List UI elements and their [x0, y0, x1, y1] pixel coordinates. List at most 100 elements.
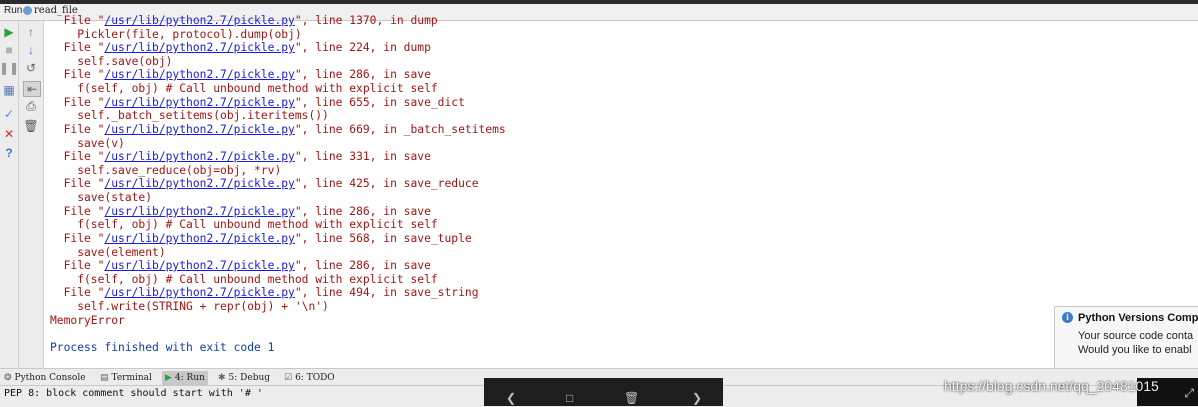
line-suffix: ", line 568, in save_tuple: [294, 232, 472, 245]
help-icon[interactable]: ?: [1, 146, 17, 160]
line-suffix: ", line 286, in save: [294, 205, 431, 218]
traceback-file-line: File "/usr/lib/python2.7/pickle.py", lin…: [50, 150, 431, 164]
close-icon[interactable]: ✕: [1, 127, 17, 141]
print-icon[interactable]: ⎙: [23, 99, 39, 113]
line-prefix: self.write(STRING + repr(obj) + '\n'): [50, 300, 329, 313]
line-prefix: File ": [50, 14, 105, 27]
file-path-link[interactable]: /usr/lib/python2.7/pickle.py: [104, 123, 294, 136]
tool-tab-label: 4: Run: [174, 373, 205, 383]
traceback-file-line: File "/usr/lib/python2.7/pickle.py", lin…: [50, 68, 431, 82]
console-output[interactable]: File "/usr/lib/python2.7/pickle.py", lin…: [44, 10, 1198, 368]
traceback-code-line: f(self, obj) # Call unbound method with …: [50, 273, 438, 287]
forward-icon[interactable]: ❯: [692, 391, 702, 405]
pause-icon[interactable]: ❚❚: [0, 61, 19, 75]
line-suffix: ", line 1370, in dump: [294, 14, 438, 27]
line-prefix: File ": [50, 286, 105, 299]
line-prefix: File ": [50, 41, 105, 54]
python-file-icon: [23, 6, 32, 15]
layout-icon[interactable]: ▦: [1, 83, 17, 97]
line-prefix: f(self, obj) # Call unbound method with …: [50, 218, 438, 231]
tool-tab-6-todo[interactable]: ☑ 6: TODO: [284, 371, 335, 385]
line-prefix: File ": [50, 96, 105, 109]
file-path-link[interactable]: /usr/lib/python2.7/pickle.py: [104, 68, 294, 81]
watermark-text: https://blog.csdn.net/qq_20481015: [944, 378, 1159, 394]
traceback-file-line: File "/usr/lib/python2.7/pickle.py", lin…: [50, 232, 472, 246]
notification-title: Python Versions Comp: [1078, 312, 1198, 324]
traceback-code-line: f(self, obj) # Call unbound method with …: [50, 82, 437, 96]
file-path-link[interactable]: /usr/lib/python2.7/pickle.py: [104, 177, 294, 190]
scroll-end-icon[interactable]: ⇤: [23, 81, 41, 97]
pin-icon[interactable]: ✓: [1, 107, 17, 121]
line-suffix: ", line 286, in save: [294, 68, 431, 81]
trash-icon[interactable]: 🗑: [23, 119, 39, 133]
line-suffix: ", line 331, in save: [294, 150, 431, 163]
tool-tab-label: Python Console: [14, 373, 86, 383]
file-path-link[interactable]: /usr/lib/python2.7/pickle.py: [104, 41, 294, 54]
rerun-icon[interactable]: ▶: [1, 25, 17, 39]
traceback-file-line: File "/usr/lib/python2.7/pickle.py", lin…: [50, 177, 479, 191]
tool-tab-label: Terminal: [111, 373, 152, 383]
run-toolbar-right: ↑ ↓ ↺ ⇤ ⎙ 🗑: [19, 21, 44, 368]
line-prefix: File ": [50, 150, 105, 163]
bug-icon: ✱: [218, 373, 226, 383]
line-suffix: ", line 494, in save_string: [294, 286, 479, 299]
line-prefix: self._batch_setitems(obj.iteritems()): [50, 109, 329, 122]
file-path-link[interactable]: /usr/lib/python2.7/pickle.py: [104, 286, 294, 299]
up-arrow-icon[interactable]: ↑: [23, 25, 39, 39]
tool-tab-label: 5: Debug: [228, 373, 271, 383]
tool-tab-terminal[interactable]: ▤ Terminal: [100, 371, 152, 385]
run-icon: ▶: [165, 373, 172, 383]
traceback-code-line: save(state): [50, 191, 152, 205]
traceback-file-line: File "/usr/lib/python2.7/pickle.py", lin…: [50, 205, 431, 219]
notification-body-line-2: Would you like to enabl: [1078, 344, 1192, 356]
traceback-code-line: save(v): [50, 137, 125, 151]
line-prefix: File ": [50, 259, 105, 272]
traceback-code-line: self.save(obj): [50, 55, 172, 69]
screen-taskbar-overlay: ❮ □ 🗑 ❯: [484, 378, 723, 406]
traceback-code-line: self.write(STRING + repr(obj) + '\n'): [50, 300, 329, 314]
traceback-code-line: MemoryError: [50, 314, 125, 328]
line-suffix: ", line 224, in dump: [294, 41, 431, 54]
soft-wrap-icon[interactable]: ↺: [23, 61, 39, 75]
info-icon: i: [1062, 312, 1073, 323]
line-prefix: File ": [50, 68, 105, 81]
line-suffix: ", line 655, in save_dict: [294, 96, 465, 109]
down-arrow-icon[interactable]: ↓: [23, 43, 39, 57]
window-top-strip: [0, 0, 1198, 4]
line-prefix: File ": [50, 177, 105, 190]
notification-body-line-1: Your source code conta: [1078, 330, 1194, 342]
line-prefix: File ": [50, 123, 105, 136]
stop-icon[interactable]: ■: [1, 43, 17, 57]
run-toolbar-left: ▶ ■ ❚❚ ▦ ✓ ✕ ?: [0, 21, 19, 368]
tool-tab-4-run[interactable]: ▶ 4: Run: [162, 371, 208, 385]
delete-icon[interactable]: 🗑: [624, 391, 639, 405]
traceback-code-line: self.save_reduce(obj=obj, *rv): [50, 164, 281, 178]
file-path-link[interactable]: /usr/lib/python2.7/pickle.py: [104, 259, 294, 272]
file-path-link[interactable]: /usr/lib/python2.7/pickle.py: [104, 96, 294, 109]
line-prefix: Process finished with exit code 1: [50, 341, 275, 354]
file-path-link[interactable]: /usr/lib/python2.7/pickle.py: [104, 14, 294, 27]
tool-tab-python-console[interactable]: ❂ Python Console: [4, 371, 86, 385]
line-suffix: ", line 425, in save_reduce: [294, 177, 479, 190]
window-icon[interactable]: □: [566, 391, 573, 405]
traceback-code-line: Pickler(file, protocol).dump(obj): [50, 28, 301, 42]
traceback-code-line: save(element): [50, 246, 166, 260]
line-prefix: f(self, obj) # Call unbound method with …: [50, 273, 438, 286]
file-path-link[interactable]: /usr/lib/python2.7/pickle.py: [104, 150, 294, 163]
back-icon[interactable]: ❮: [506, 391, 516, 405]
file-path-link[interactable]: /usr/lib/python2.7/pickle.py: [104, 205, 294, 218]
line-prefix: self.save_reduce(obj=obj, *rv): [50, 164, 282, 177]
line-suffix: ", line 286, in save: [294, 259, 431, 272]
expand-icon[interactable]: ⤢: [1184, 386, 1194, 401]
tool-tab-5-debug[interactable]: ✱ 5: Debug: [218, 371, 270, 385]
line-prefix: File ": [50, 205, 105, 218]
line-prefix: save(element): [50, 246, 166, 259]
traceback-file-line: File "/usr/lib/python2.7/pickle.py", lin…: [50, 123, 506, 137]
todo-icon: ☑: [284, 373, 293, 383]
line-prefix: self.save(obj): [50, 55, 173, 68]
traceback-code-line: f(self, obj) # Call unbound method with …: [50, 218, 438, 232]
line-prefix: MemoryError: [50, 314, 125, 327]
file-path-link[interactable]: /usr/lib/python2.7/pickle.py: [104, 232, 294, 245]
traceback-code-line: self._batch_setitems(obj.iteritems()): [50, 109, 329, 123]
python-icon: ❂: [4, 373, 12, 383]
